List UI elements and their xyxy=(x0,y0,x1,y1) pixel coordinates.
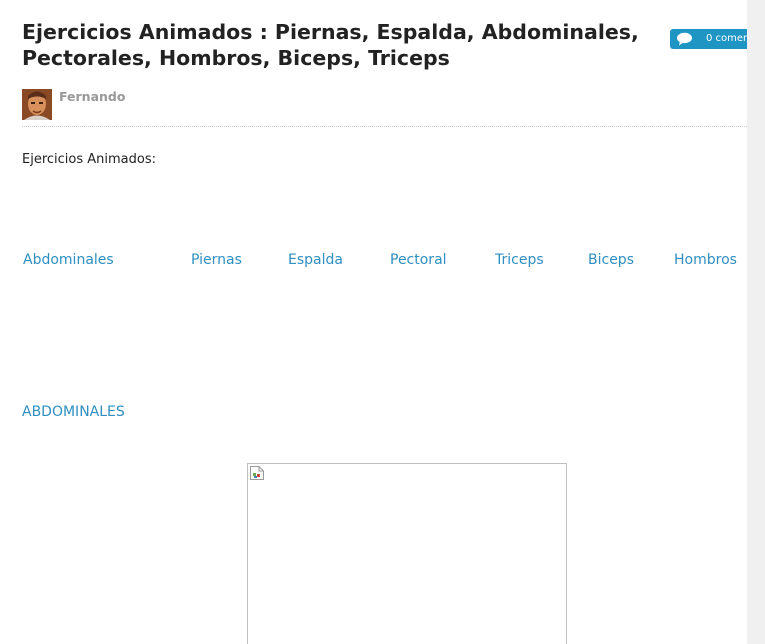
link-abdominales[interactable]: Abdominales xyxy=(23,252,114,268)
broken-image-icon xyxy=(249,465,265,485)
link-pectoral[interactable]: Pectoral xyxy=(390,252,447,268)
comments-badge[interactable]: 0 comentarios xyxy=(670,29,747,49)
link-biceps[interactable]: Biceps xyxy=(588,252,634,268)
link-piernas[interactable]: Piernas xyxy=(191,252,242,268)
exercise-image-placeholder xyxy=(247,463,567,644)
speech-bubble-icon xyxy=(676,32,693,49)
header-divider xyxy=(22,126,747,127)
post-content: Ejercicios Animados : Piernas, Espalda, … xyxy=(0,0,747,644)
page-scrollbar[interactable] xyxy=(747,0,765,644)
comments-count: 0 comentarios xyxy=(706,33,747,44)
post-title: Ejercicios Animados : Piernas, Espalda, … xyxy=(22,20,639,70)
author-avatar[interactable] xyxy=(22,89,52,120)
link-espalda[interactable]: Espalda xyxy=(288,252,343,268)
intro-text: Ejercicios Animados: xyxy=(22,152,156,167)
section-link-abdominales[interactable]: ABDOMINALES xyxy=(22,404,125,420)
link-hombros[interactable]: Hombros xyxy=(674,252,737,268)
link-triceps[interactable]: Triceps xyxy=(495,252,544,268)
author-name[interactable]: Fernando xyxy=(59,89,125,104)
